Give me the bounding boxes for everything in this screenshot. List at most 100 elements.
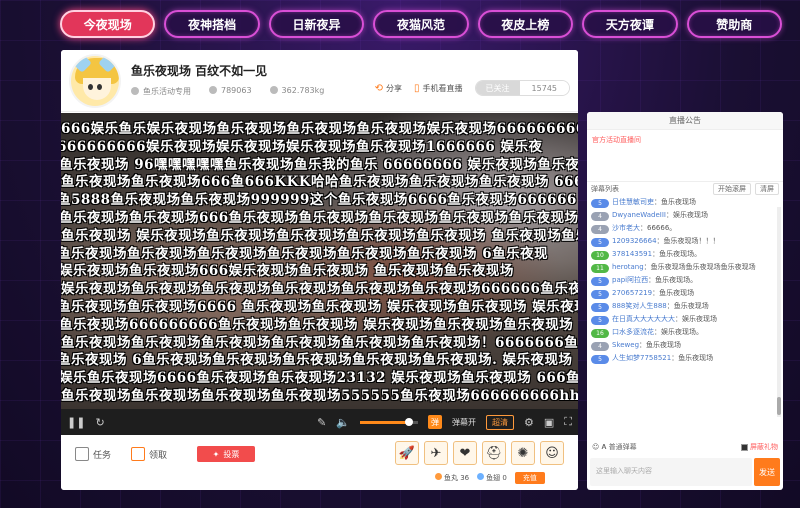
chat-input[interactable]: 这里输入聊天内容 <box>590 458 752 486</box>
quality-selector[interactable]: 超清 <box>486 414 515 430</box>
firework-gift-icon[interactable]: ✺ <box>511 441 535 465</box>
video-player[interactable]: 666娱乐鱼乐娱乐夜现场鱼乐夜现场鱼乐夜现场鱼乐夜现场娱乐夜现场66666666… <box>61 113 578 409</box>
recharge-button[interactable]: 充值 <box>514 472 545 484</box>
chat-scrollbar[interactable] <box>777 207 781 417</box>
host-name: 鱼乐活动专用 <box>143 87 191 96</box>
level-badge: 4 <box>591 212 609 221</box>
chat-username[interactable]: herotang <box>612 263 644 271</box>
fish-wing-value: 鱼翅 0 <box>486 474 507 482</box>
level-badge: 4 <box>591 342 609 351</box>
task-label: 任务 <box>93 450 112 461</box>
settings-icon[interactable]: ⚙ <box>524 416 534 429</box>
chat-text: 鱼乐夜现场 <box>661 198 696 206</box>
nav-tab-sponsor[interactable]: 赞助商 <box>686 10 782 38</box>
nav-tab-style[interactable]: 夜猫风范 <box>373 10 469 38</box>
follow-button[interactable]: 已关注 15745 <box>474 80 570 96</box>
vote-label: 投票 <box>223 449 240 459</box>
get-button[interactable]: 领取 <box>131 447 167 461</box>
nav-tab-tonight[interactable]: 今夜现场 <box>60 10 156 38</box>
chat-username[interactable]: 888笑对人生888 <box>612 302 667 310</box>
rocket-gift-icon[interactable]: 🚀 <box>395 441 419 465</box>
nav-tab-daily[interactable]: 日新夜异 <box>268 10 365 38</box>
chat-message: 4 Skeweg：鱼乐夜现场 <box>591 339 779 352</box>
heart-gift-icon[interactable]: ❤ <box>453 441 477 465</box>
danmu-toggle-icon[interactable]: 弹 <box>428 415 443 429</box>
nav-tab-ranking[interactable]: 夜皮上榜 <box>477 10 574 38</box>
chat-username[interactable]: papi阿拉西 <box>612 276 648 284</box>
danmu-on-label[interactable]: 弹幕开 <box>452 417 476 428</box>
vote-button[interactable]: ✦ 投票 <box>197 446 255 462</box>
theater-icon[interactable]: ▣ <box>544 416 554 429</box>
chat-message: 10 378143591：鱼乐夜现场。 <box>591 248 779 261</box>
share-label: 分享 <box>386 83 403 93</box>
input-options: ☺ 𝐀 普通弹幕 屏蔽礼物 <box>587 440 783 454</box>
chat-message: 11 herotang：鱼乐夜现场鱼乐夜现场鱼乐夜现场 <box>591 261 779 274</box>
mobile-watch-label: 手机看直播 <box>422 83 463 93</box>
user-icon <box>131 87 139 95</box>
chat-username[interactable]: 沙市老大 <box>612 224 640 232</box>
shield-gift-option[interactable]: 屏蔽礼物 <box>741 442 778 452</box>
chat-username[interactable]: 口水多逐流花 <box>612 328 654 336</box>
room-title: 鱼乐夜现场 百纹不如一见 <box>131 64 268 78</box>
vote-icon: ✦ <box>212 449 220 459</box>
fish-ball-value: 鱼丸 36 <box>444 474 470 482</box>
level-badge: 5 <box>591 277 609 286</box>
send-button[interactable]: 发送 <box>754 458 780 486</box>
chat-text: 鱼乐夜现场 <box>646 341 682 349</box>
chat-username[interactable]: 人生如梦7758521 <box>612 354 671 362</box>
weight-info: 362.783kg <box>269 86 325 97</box>
chat-list[interactable]: 5 日佳慧敏司吏：鱼乐夜现场 4 DwyaneWadeIII：娱乐夜现场 4 沙市老大：6… <box>587 196 783 412</box>
task-button[interactable]: 任务 <box>75 447 111 461</box>
chat-username[interactable]: 378143591 <box>612 250 652 258</box>
avatar-eye-left <box>88 84 93 90</box>
chat-tools: 开始滚屏 清屏 <box>713 183 779 195</box>
phone-icon: ▯ <box>414 82 420 94</box>
mobile-watch-button[interactable]: ▯ 手机看直播 <box>414 83 463 94</box>
chat-username[interactable]: 在日真大大大大大大 <box>612 315 675 323</box>
weight-value: 362.783kg <box>281 86 325 95</box>
plane-gift-icon[interactable]: ✈ <box>424 441 448 465</box>
chat-username[interactable]: 270657219 <box>612 289 652 297</box>
chat-text: 66666。 <box>647 224 677 232</box>
nav-tab-tales[interactable]: 天方夜谭 <box>582 10 678 38</box>
chat-message: 4 沙市老大：66666。 <box>591 222 779 235</box>
pause-icon[interactable]: ❚❚ <box>67 416 85 429</box>
volume-knob[interactable] <box>405 417 414 426</box>
chat-text: 娱乐夜现场 <box>673 211 708 219</box>
volume-slider[interactable] <box>360 417 419 426</box>
normal-danmu-option[interactable]: ☺ 𝐀 普通弹幕 <box>592 442 637 452</box>
chat-scroll-thumb[interactable] <box>777 397 781 415</box>
level-badge: 5 <box>591 290 609 299</box>
host-info[interactable]: 鱼乐活动专用 <box>131 86 191 97</box>
chat-text: 鱼乐夜现场。 <box>659 250 702 258</box>
danmu-line: 鱼乐夜现场鱼乐夜现场鱼乐夜现场鱼乐夜现场555555鱼乐夜现场666666666… <box>61 388 578 404</box>
announcement-text: 官方活动直播间 <box>587 130 783 182</box>
fullscreen-icon[interactable]: ⛶ <box>564 415 572 429</box>
chat-username[interactable]: 日佳慧敏司吏 <box>612 198 654 206</box>
volume-icon[interactable]: 🔈 <box>336 416 350 429</box>
scroll-toggle-button[interactable]: 开始滚屏 <box>713 183 751 195</box>
refresh-icon[interactable]: ↻ <box>95 416 104 429</box>
chat-panel: 直播公告 官方活动直播间 弹幕列表 开始滚屏 清屏 5 日佳慧敏司吏：鱼乐夜现场 4… <box>587 112 783 490</box>
shield-checkbox[interactable] <box>741 443 748 451</box>
chat-label: 弹幕列表 <box>591 185 619 193</box>
chat-username[interactable]: 1209326664 <box>612 237 657 245</box>
chat-message: 5 日佳慧敏司吏：鱼乐夜现场 <box>591 196 779 209</box>
avatar[interactable] <box>69 54 121 108</box>
level-badge: 11 <box>591 264 609 273</box>
tab-announcement[interactable]: 直播公告 <box>587 112 783 130</box>
chat-text: 鱼乐夜现场鱼乐夜现场鱼乐夜现场 <box>650 263 756 271</box>
viewer-count: 789063 <box>221 86 252 95</box>
volume-fill <box>360 420 410 424</box>
edit-icon[interactable]: ✎ <box>317 416 326 429</box>
chat-username[interactable]: Skeweg <box>612 341 639 349</box>
clear-screen-button[interactable]: 清屏 <box>755 183 779 195</box>
helmet-gift-icon[interactable]: ⛑ <box>482 441 506 465</box>
room-meta: 鱼乐活动专用 789063 362.783kg <box>131 86 324 97</box>
nav-tab-partner[interactable]: 夜神搭档 <box>164 10 260 38</box>
chat-username[interactable]: DwyaneWadeIII <box>612 211 666 219</box>
chat-separator: ： <box>639 341 647 349</box>
share-button[interactable]: ⟲ 分享 <box>375 83 402 94</box>
face-gift-icon[interactable]: ☺ <box>540 441 564 465</box>
share-icon: ⟲ <box>374 82 384 94</box>
